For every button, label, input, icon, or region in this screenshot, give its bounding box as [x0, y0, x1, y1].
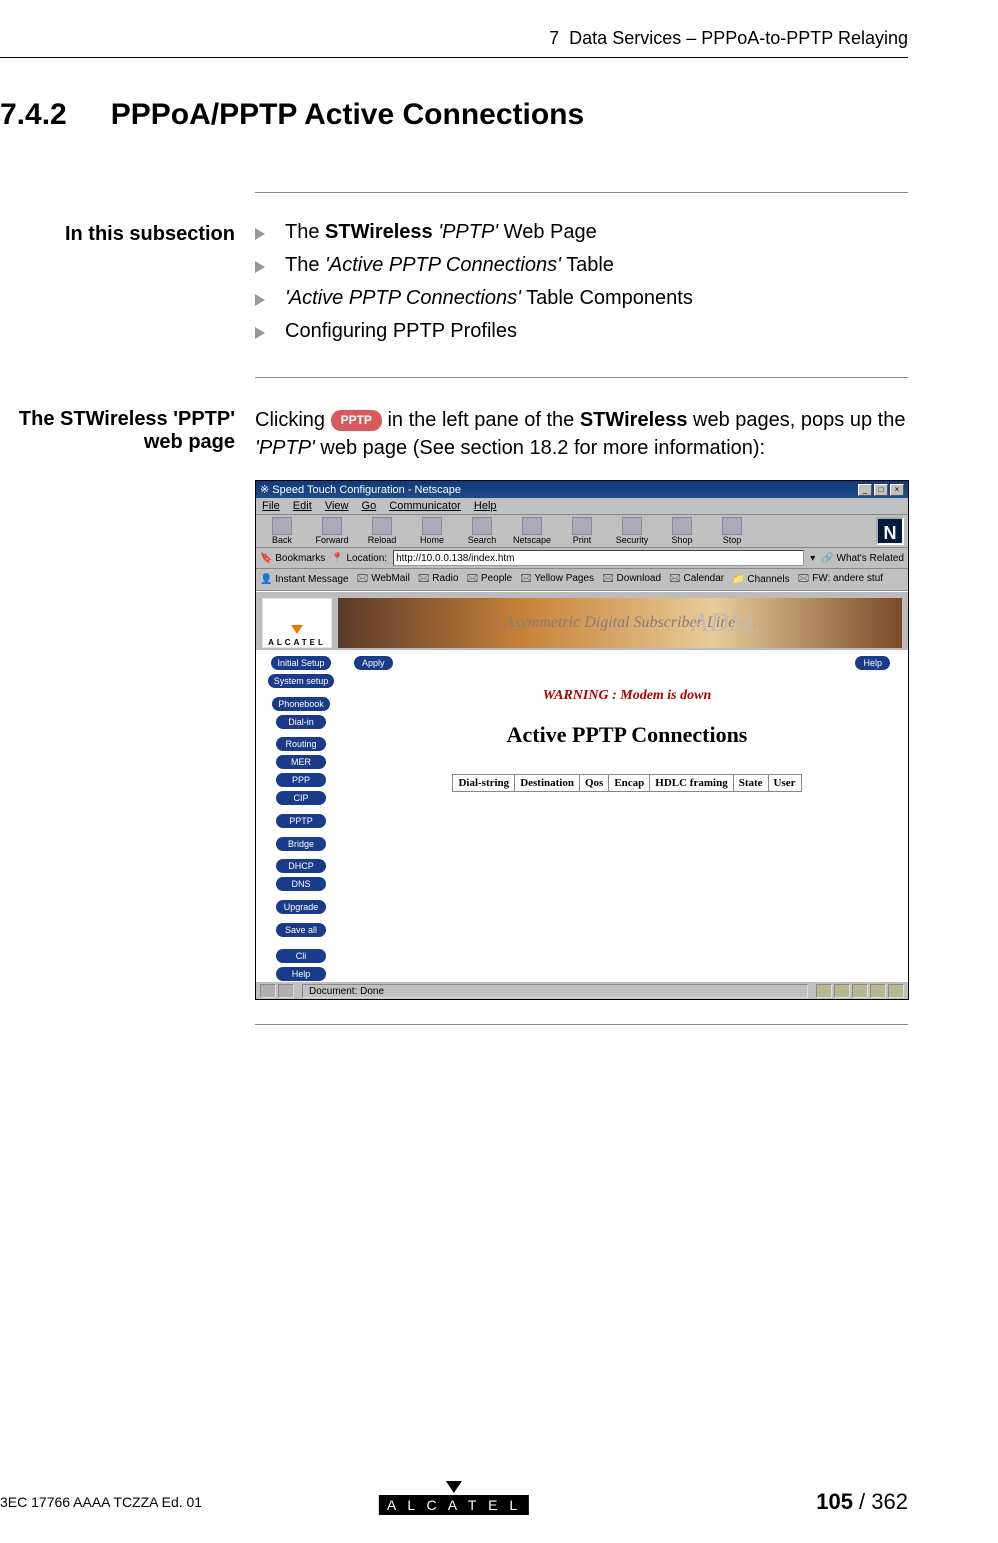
maximize-icon[interactable]: □	[874, 484, 888, 496]
warning-text: WARNING : Modem is down	[346, 688, 908, 704]
sidebar-nav: Initial Setup System setup Phonebook Dia…	[256, 592, 346, 981]
help-button[interactable]: Help	[855, 656, 890, 670]
stop-button[interactable]: Stop	[710, 517, 754, 545]
brand-header: ALCATEL Asymmetric Digital Subscriber Li…	[256, 592, 908, 650]
search-button[interactable]: Search	[460, 517, 504, 545]
statusbar: Document: Done	[256, 981, 908, 999]
col-user: User	[768, 775, 801, 792]
main-content: Apply Help WARNING : Modem is down Activ…	[346, 592, 908, 981]
back-button[interactable]: Back	[260, 517, 304, 545]
connections-table: Dial-string Destination Qos Encap HDLC f…	[452, 774, 801, 792]
list-item: The 'Active PPTP Connections' Table	[255, 254, 908, 277]
window-titlebar: ※ Speed Touch Configuration - Netscape _…	[256, 481, 908, 498]
triangle-icon	[255, 294, 265, 306]
col-encap: Encap	[609, 775, 650, 792]
col-dial-string: Dial-string	[453, 775, 515, 792]
section-heading: 7.4.2 PPPoA/PPTP Active Connections	[0, 98, 908, 132]
location-bar: 🔖 Bookmarks 📍 Location: ▾ 🔗 What's Relat…	[256, 548, 908, 569]
footer-alcatel-logo: A L C A T E L	[379, 1481, 529, 1515]
menubar[interactable]: File Edit View Go Communicator Help	[256, 498, 908, 515]
netscape-logo-icon: N	[876, 517, 904, 545]
minimize-icon[interactable]: _	[858, 484, 872, 496]
close-icon[interactable]: ×	[890, 484, 904, 496]
nav-dns[interactable]: DNS	[276, 877, 326, 891]
nav-save-all[interactable]: Save all	[276, 923, 326, 937]
netscape-screenshot: ※ Speed Touch Configuration - Netscape _…	[255, 480, 909, 1000]
nav-mer[interactable]: MER	[276, 755, 326, 769]
page-viewport: ALCATEL Asymmetric Digital Subscriber Li…	[256, 591, 908, 981]
shop-button[interactable]: Shop	[660, 517, 704, 545]
nav-bridge[interactable]: Bridge	[276, 837, 326, 851]
nav-dial-in[interactable]: Dial-in	[276, 715, 326, 729]
page-footer: 3EC 17766 AAAA TCZZA Ed. 01 A L C A T E …	[0, 1489, 908, 1515]
section-number: 7.4.2	[0, 98, 67, 132]
nav-initial-setup[interactable]: Initial Setup	[271, 656, 330, 670]
toolbar: Back Forward Reload Home Search Netscape…	[256, 515, 908, 548]
triangle-icon	[255, 261, 265, 273]
nav-cip[interactable]: CIP	[276, 791, 326, 805]
alcatel-logo: ALCATEL	[262, 598, 332, 648]
divider	[255, 1024, 908, 1025]
triangle-icon	[255, 327, 265, 339]
security-button[interactable]: Security	[610, 517, 654, 545]
nav-ppp[interactable]: PPP	[276, 773, 326, 787]
section-title-text: PPPoA/PPTP Active Connections	[111, 98, 584, 132]
nav-phonebook[interactable]: Phonebook	[272, 697, 330, 711]
footer-doc-id: 3EC 17766 AAAA TCZZA Ed. 01	[0, 1494, 202, 1510]
print-button[interactable]: Print	[560, 517, 604, 545]
nav-dhcp[interactable]: DHCP	[276, 859, 326, 873]
page-main-title: Active PPTP Connections	[346, 722, 908, 748]
url-input[interactable]	[393, 550, 804, 566]
col-destination: Destination	[515, 775, 580, 792]
reload-button[interactable]: Reload	[360, 517, 404, 545]
body-paragraph: Clicking PPTP in the left pane of the ST…	[255, 406, 908, 462]
col-hdlc: HDLC framing	[650, 775, 733, 792]
divider	[255, 192, 908, 193]
nav-help[interactable]: Help	[276, 967, 326, 981]
nav-cli[interactable]: Cli	[276, 949, 326, 963]
subsection-list: The STWireless 'PPTP' Web Page The 'Acti…	[255, 221, 908, 343]
header-rule	[0, 57, 908, 58]
nav-routing[interactable]: Routing	[276, 737, 326, 751]
list-item: Configuring PPTP Profiles	[255, 320, 908, 343]
nav-system-setup[interactable]: System setup	[268, 674, 335, 688]
home-button[interactable]: Home	[410, 517, 454, 545]
list-item: The STWireless 'PPTP' Web Page	[255, 221, 908, 244]
col-state: State	[733, 775, 768, 792]
divider	[255, 377, 908, 378]
netscape-button[interactable]: Netscape	[510, 517, 554, 545]
margin-label-subsection: In this subsection	[0, 221, 255, 246]
margin-label-stwireless: The STWireless 'PPTP' web page	[0, 406, 255, 454]
personal-toolbar[interactable]: 👤 Instant Message 🖂 WebMail 🖂 Radio 🖂 Pe…	[256, 569, 908, 591]
forward-button[interactable]: Forward	[310, 517, 354, 545]
nav-pptp[interactable]: PPTP	[276, 814, 326, 828]
col-qos: Qos	[579, 775, 608, 792]
adsl-banner: Asymmetric Digital Subscriber Line ADSL	[338, 598, 902, 648]
running-head: 7 Data Services – PPPoA-to-PPTP Relaying	[0, 28, 908, 49]
nav-upgrade[interactable]: Upgrade	[276, 900, 326, 914]
triangle-icon	[255, 228, 265, 240]
page-number: 105 / 362	[816, 1489, 908, 1515]
pptp-pill-icon: PPTP	[331, 410, 382, 431]
list-item: 'Active PPTP Connections' Table Componen…	[255, 287, 908, 310]
apply-button[interactable]: Apply	[354, 656, 393, 670]
